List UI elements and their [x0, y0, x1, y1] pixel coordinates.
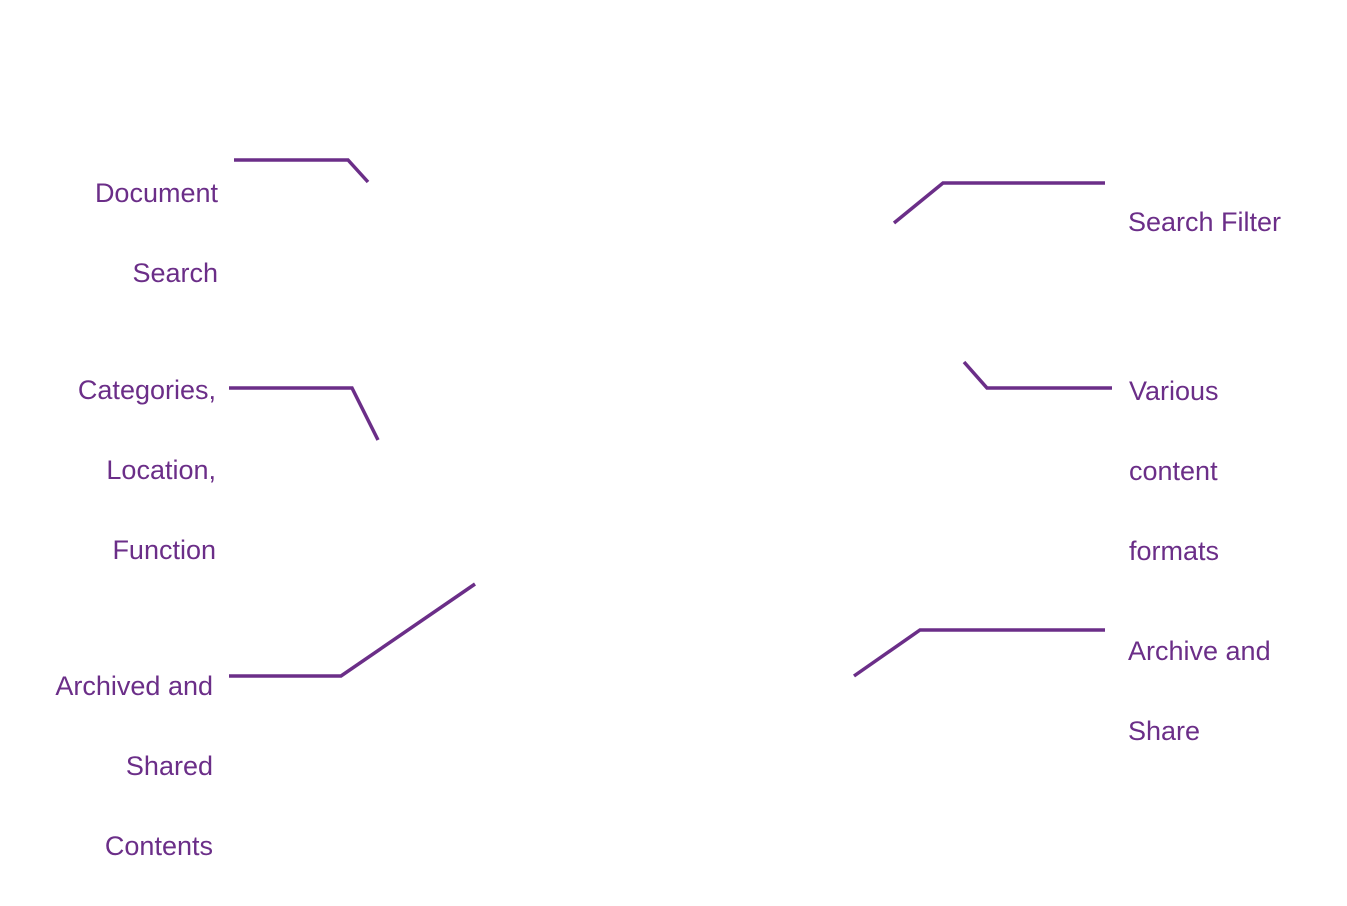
callout-categories-location-function: Categories, Location, Function: [78, 330, 216, 610]
callout-line: Contents: [104, 831, 213, 861]
callout-line: Archive and: [1128, 636, 1271, 666]
leader-line-various-content-formats: [962, 360, 1112, 390]
callout-search-filter: Search Filter: [1128, 162, 1281, 282]
callout-archive-and-share: Archive and Share: [1128, 591, 1271, 791]
callout-various-content-formats: Various content formats: [1129, 331, 1219, 611]
leader-line-archive-and-share: [852, 628, 1105, 678]
callout-document-search: Document Search: [95, 133, 218, 333]
leader-line-search-filter: [892, 181, 1105, 225]
callout-line: Archived and: [55, 671, 213, 701]
callout-line: Document: [94, 178, 218, 208]
callout-line: Categories,: [77, 375, 216, 405]
leader-line-archived-shared-contents: [229, 582, 476, 678]
leader-line-document-search: [234, 158, 370, 184]
callout-line: content: [1129, 456, 1218, 486]
callout-archived-shared-contents: Archived and Shared Contents: [55, 626, 213, 906]
callout-line: Search Filter: [1128, 207, 1282, 237]
callout-line: formats: [1129, 536, 1220, 566]
callout-line: Location,: [106, 455, 216, 485]
callout-line: Function: [112, 535, 216, 565]
callout-line: Search: [132, 258, 218, 288]
leader-line-categories-location-function: [229, 386, 380, 441]
callout-line: Various: [1129, 376, 1219, 406]
callout-line: Share: [1128, 716, 1201, 746]
callout-line: Shared: [125, 751, 213, 781]
